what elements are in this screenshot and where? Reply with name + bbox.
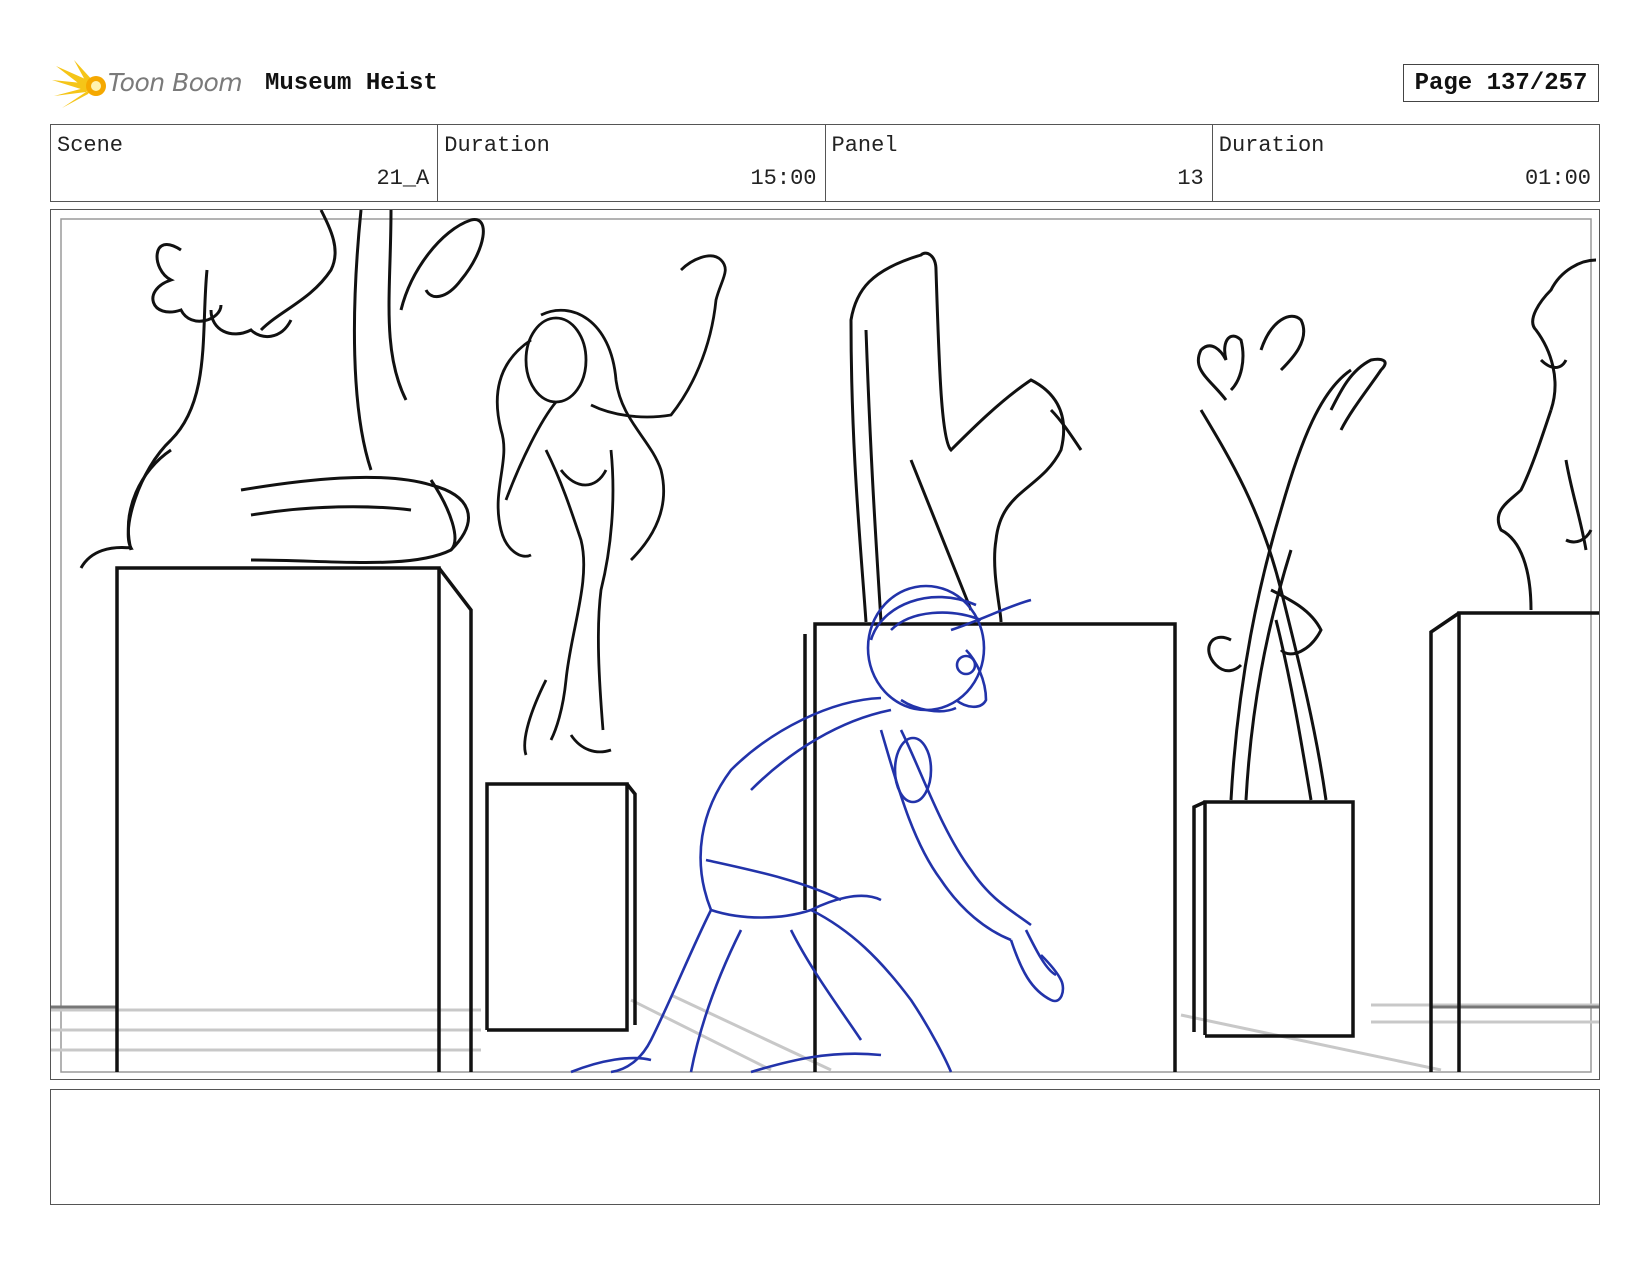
panel-label: Panel — [831, 133, 898, 158]
character-sketch — [570, 584, 1065, 1074]
statue-dancer — [495, 254, 727, 756]
toon-boom-logo: Toon Boom — [52, 58, 252, 114]
scene-duration-label: Duration — [444, 133, 550, 158]
statue-seated — [79, 210, 485, 569]
statue-far-right — [1497, 258, 1597, 611]
panel-duration-label: Duration — [1218, 133, 1325, 158]
storyboard-panel — [50, 209, 1600, 1080]
scene-info-table: Scene 21_A Duration 15:00 Panel 13 Durat… — [50, 124, 1600, 202]
safe-area-frame — [60, 218, 1592, 1073]
panel-duration-value: 01:00 — [1524, 166, 1591, 191]
scene-value: 21_A — [376, 166, 430, 191]
scene-duration-cell: Duration 15:00 — [438, 125, 826, 201]
panel-sketch — [51, 210, 1599, 1074]
panel-value: 13 — [1177, 166, 1204, 191]
scene-cell: Scene 21_A — [51, 125, 439, 201]
sunburst-logo-icon — [52, 60, 106, 108]
panel-duration-cell: Duration 01:00 — [1213, 125, 1599, 201]
pedestals — [115, 566, 1599, 1072]
page-counter: Page 137/257 — [1403, 64, 1599, 102]
panel-notes-box — [50, 1089, 1600, 1205]
brand-name: Toon Boom — [108, 68, 243, 97]
floor-lines — [51, 993, 1599, 1072]
scene-duration-value: 15:00 — [750, 166, 817, 191]
statue-crossed — [1196, 314, 1387, 801]
project-title: Museum Heist — [265, 70, 438, 97]
statue-abstract — [849, 251, 1083, 623]
panel-cell: Panel 13 — [826, 125, 1213, 201]
scene-label: Scene — [57, 133, 124, 158]
